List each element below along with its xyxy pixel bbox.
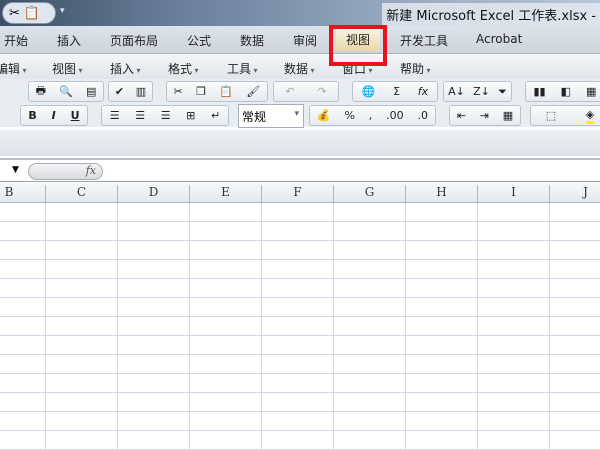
column-header-j[interactable]: J [549, 185, 600, 203]
paste-icon[interactable]: 📋 [24, 6, 40, 21]
name-box-dropdown-icon[interactable]: ▼ [12, 165, 19, 175]
percent-button[interactable]: % [344, 109, 354, 122]
column-header-i[interactable]: I [477, 185, 549, 203]
tab-insert[interactable]: 插入 [57, 32, 81, 49]
number-format-select[interactable]: 常规 [238, 104, 304, 128]
tab-page-layout[interactable]: 页面布局 [110, 32, 158, 49]
undo-icon[interactable]: ↶ [285, 85, 294, 98]
menu-insert[interactable]: 插入 [110, 60, 141, 77]
decrease-indent-icon[interactable]: ⇤ [457, 109, 466, 122]
column-header-b[interactable]: B [0, 185, 45, 203]
column-header-h[interactable]: H [405, 185, 477, 203]
wrap-text-icon[interactable]: ↵ [211, 109, 220, 122]
format-painter-icon[interactable]: 🖌 [246, 85, 260, 98]
increase-indent-icon[interactable]: ⇥ [480, 109, 489, 122]
tab-review[interactable]: 审阅 [293, 32, 317, 49]
menu-tools[interactable]: 工具 [227, 60, 258, 77]
customize-qat-icon[interactable]: ▾ [60, 6, 65, 16]
chart-icon[interactable]: ▮▮ [534, 85, 546, 98]
ribbon-footer [0, 130, 600, 156]
cut-icon[interactable]: ✂ [174, 85, 183, 98]
formula-bar: ▼ fx [0, 158, 600, 182]
menu-help[interactable]: 帮助 [400, 60, 431, 77]
shapes-icon[interactable]: ◧ [561, 85, 571, 98]
column-header-c[interactable]: C [45, 185, 117, 203]
formula-input[interactable] [106, 160, 600, 180]
autosum-button[interactable]: Σ [393, 85, 400, 98]
insert-function-button[interactable]: fx [418, 85, 428, 98]
tab-home[interactable]: 开始 [4, 32, 28, 49]
sort-ascending-icon[interactable]: A↓ [448, 85, 465, 98]
page-setup-icon[interactable]: ▤ [86, 85, 96, 98]
research-icon[interactable]: ▥ [136, 85, 146, 98]
insert-function-fx[interactable]: fx [28, 163, 103, 180]
merge-center-icon[interactable]: ⊞ [186, 109, 195, 122]
ribbon-tabs: 开始 插入 页面布局 公式 数据 审阅 视图 开发工具 Acrobat [0, 26, 600, 54]
tab-formulas[interactable]: 公式 [187, 32, 211, 49]
align-center-icon[interactable]: ☰ [135, 109, 145, 122]
decrease-decimal-button[interactable]: .0 [418, 109, 429, 122]
quick-access-toolbar: ✂ 📋 [2, 2, 56, 24]
tab-acrobat[interactable]: Acrobat [476, 32, 522, 46]
align-left-icon[interactable]: ☰ [110, 109, 120, 122]
column-header-d[interactable]: D [117, 185, 189, 203]
italic-button[interactable]: I [52, 109, 56, 122]
title-bar: ✂ 📋 ▾ 新建 Microsoft Excel 工作表.xlsx - [0, 0, 600, 26]
highlight-box [329, 25, 387, 66]
column-header-e[interactable]: E [189, 185, 261, 203]
paste-icon[interactable]: 📋 [219, 85, 233, 98]
redo-icon[interactable]: ↷ [317, 85, 326, 98]
fill-color-icon[interactable]: ◈ [585, 108, 595, 124]
align-right-icon[interactable]: ☰ [161, 109, 171, 122]
print-preview-icon[interactable]: 🔍 [59, 85, 73, 98]
worksheet-grid[interactable] [0, 203, 600, 450]
tab-developer[interactable]: 开发工具 [400, 32, 448, 49]
table-icon[interactable]: ▦ [586, 85, 596, 98]
comma-button[interactable]: , [369, 109, 373, 122]
copy-icon[interactable]: ❐ [196, 85, 206, 98]
standard-toolbar: 🖶 🔍 ▤ ✔ ▥ ✂ ❐ 📋 🖌 ↶ ↷ 🌐 Σfx A↓ Z↓ ⏷ ▮▮ ◧ ▦ [0, 79, 600, 103]
sort-descending-icon[interactable]: Z↓ [473, 85, 490, 98]
filter-icon[interactable]: ⏷ [498, 85, 507, 99]
window-title: 新建 Microsoft Excel 工作表.xlsx - [382, 3, 600, 26]
tools-icon[interactable]: ✂ [9, 6, 20, 21]
menu-format[interactable]: 格式 [168, 60, 199, 77]
print-icon[interactable]: 🖶 [36, 82, 46, 101]
bold-button[interactable]: B [28, 109, 36, 122]
classic-menu-bar: 编辑 视图 插入 格式 工具 数据 窗口 帮助 [0, 55, 600, 79]
spelling-icon[interactable]: ✔ [115, 85, 124, 98]
menu-edit[interactable]: 编辑 [0, 60, 27, 77]
underline-button[interactable]: U [71, 109, 80, 122]
menu-data[interactable]: 数据 [284, 60, 315, 77]
column-header-f[interactable]: F [261, 185, 333, 203]
menu-view[interactable]: 视图 [52, 60, 83, 77]
column-header-g[interactable]: G [333, 185, 405, 203]
borders-icon[interactable]: ⬚ [546, 109, 556, 122]
tab-data[interactable]: 数据 [240, 32, 264, 49]
hyperlink-icon[interactable]: 🌐 [362, 85, 376, 98]
increase-decimal-button[interactable]: .00 [386, 109, 404, 122]
column-headers: B C D E F G H I J [0, 183, 600, 203]
currency-icon[interactable]: 💰 [317, 109, 331, 122]
cell-style-icon[interactable]: ▦ [503, 109, 513, 122]
